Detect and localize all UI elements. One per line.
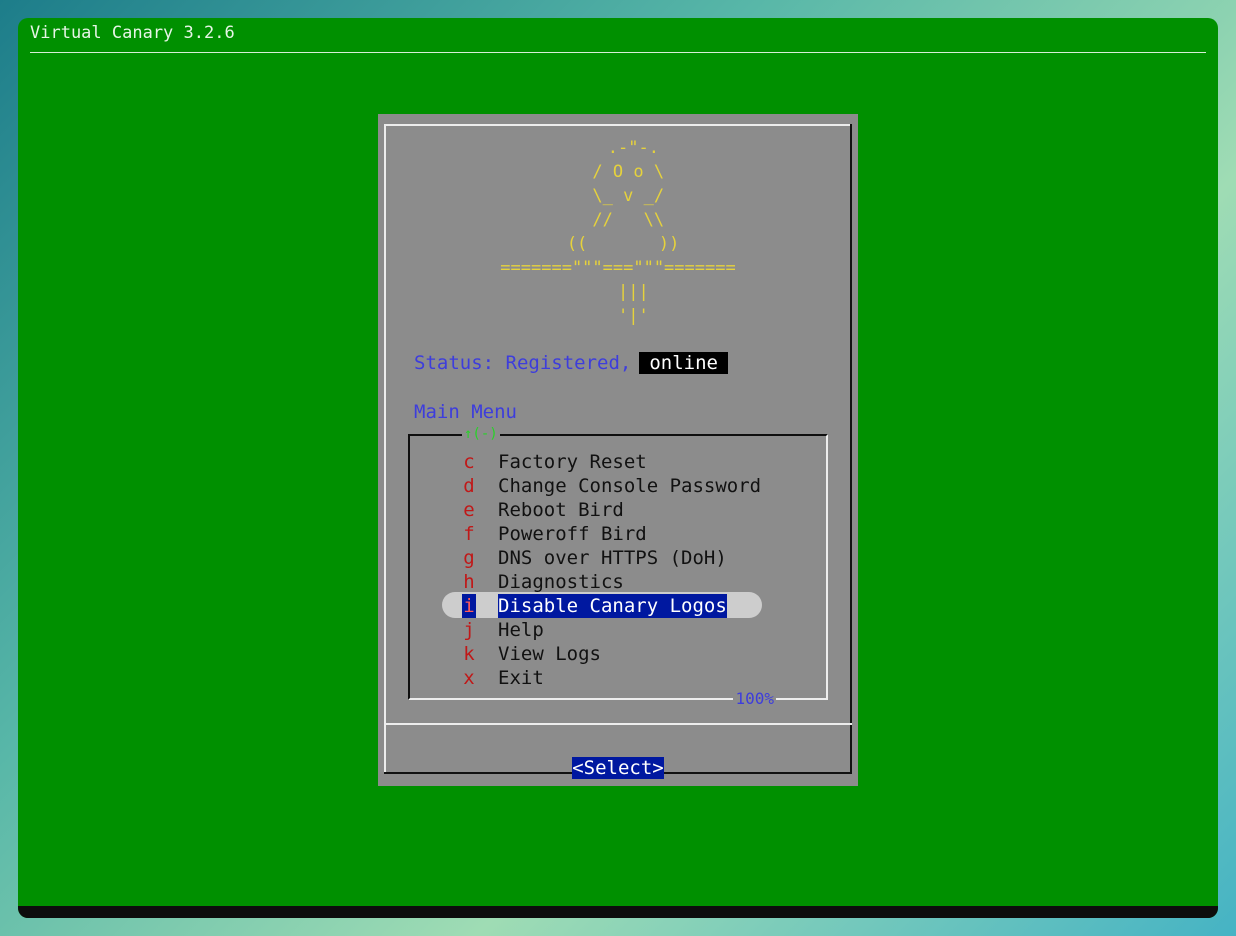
status-badge: online: [639, 352, 728, 374]
menu-item-label: Factory Reset: [498, 451, 647, 473]
app-title: Virtual Canary 3.2.6: [30, 23, 235, 43]
menu-item-hotkey: e: [463, 499, 475, 521]
menu-item-hotkey: j: [463, 619, 475, 641]
menu-item[interactable]: g DNS over HTTPS (DoH): [410, 546, 826, 570]
menu-item-hotkey: x: [463, 667, 475, 689]
menu-item-label: Diagnostics: [498, 571, 624, 593]
menu-item[interactable]: c Factory Reset: [410, 450, 826, 474]
menu-item-hotkey: d: [463, 475, 475, 497]
menu-title: Main Menu: [414, 401, 517, 423]
menu-item[interactable]: f Poweroff Bird: [410, 522, 826, 546]
menu-item-label: Disable Canary Logos: [498, 594, 727, 618]
menu-item-hotkey: k: [463, 643, 475, 665]
terminal-screen: Virtual Canary 3.2.6 .-"-. / O o \ \_ v …: [18, 18, 1218, 918]
menu-item-hotkey: h: [463, 571, 475, 593]
main-dialog: .-"-. / O o \ \_ v _/ // \\ (( )) ======…: [378, 114, 858, 786]
menu-item-label: Poweroff Bird: [498, 523, 647, 545]
menu-list: c Factory Reset d Change Console Password e R…: [410, 450, 826, 690]
menu-item-hotkey: g: [463, 547, 475, 569]
status-label: Status: Registered,: [414, 352, 632, 374]
menu-box: ↑(-) c Factory Reset d Change Console Passw…: [408, 425, 828, 709]
menu-item-label: Exit: [498, 667, 544, 689]
menu-item[interactable]: i Disable Canary Logos: [410, 592, 826, 618]
menu-item[interactable]: h Diagnostics: [410, 570, 826, 594]
menu-item-label: Change Console Password: [498, 475, 762, 497]
menu-item[interactable]: d Change Console Password: [410, 474, 826, 498]
status-line: Status: Registered, online: [414, 350, 728, 376]
scroll-indicator: ↑(-): [462, 425, 500, 443]
scroll-percent: 100%: [733, 689, 776, 709]
menu-item-label: Reboot Bird: [498, 499, 624, 521]
select-button[interactable]: <Select>: [572, 757, 664, 779]
menu-item[interactable]: j Help: [410, 618, 826, 642]
menu-item-label: Help: [498, 619, 544, 641]
menu-item[interactable]: x Exit: [410, 666, 826, 690]
dialog-border-top: [384, 124, 852, 126]
title-divider: [30, 52, 1206, 53]
menu-item-hotkey: c: [463, 451, 475, 473]
button-area-divider: [386, 723, 852, 725]
select-button-row: <Select>: [378, 756, 858, 780]
menu-item[interactable]: k View Logs: [410, 642, 826, 666]
menu-item-hotkey: f: [463, 523, 475, 545]
canary-logo: .-"-. / O o \ \_ v _/ // \\ (( )) ======…: [500, 138, 736, 326]
menu-item[interactable]: e Reboot Bird: [410, 498, 826, 522]
menu-item-hotkey: i: [462, 594, 476, 618]
menu-item-label: DNS over HTTPS (DoH): [498, 547, 727, 569]
menu-item-label: View Logs: [498, 643, 601, 665]
